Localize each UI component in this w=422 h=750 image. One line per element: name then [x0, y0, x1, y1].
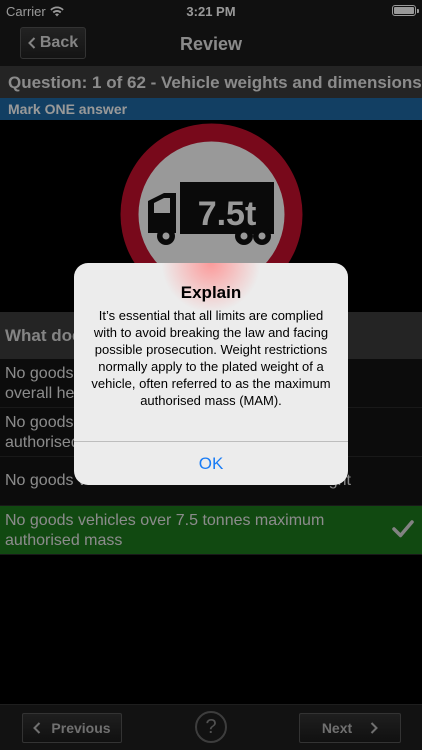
alert-message: It’s essential that all limits are compl…: [91, 308, 331, 408]
ok-button[interactable]: OK: [74, 442, 348, 485]
explain-alert-dialog: Explain It’s essential that all limits a…: [74, 263, 348, 485]
alert-title: Explain: [180, 283, 242, 302]
